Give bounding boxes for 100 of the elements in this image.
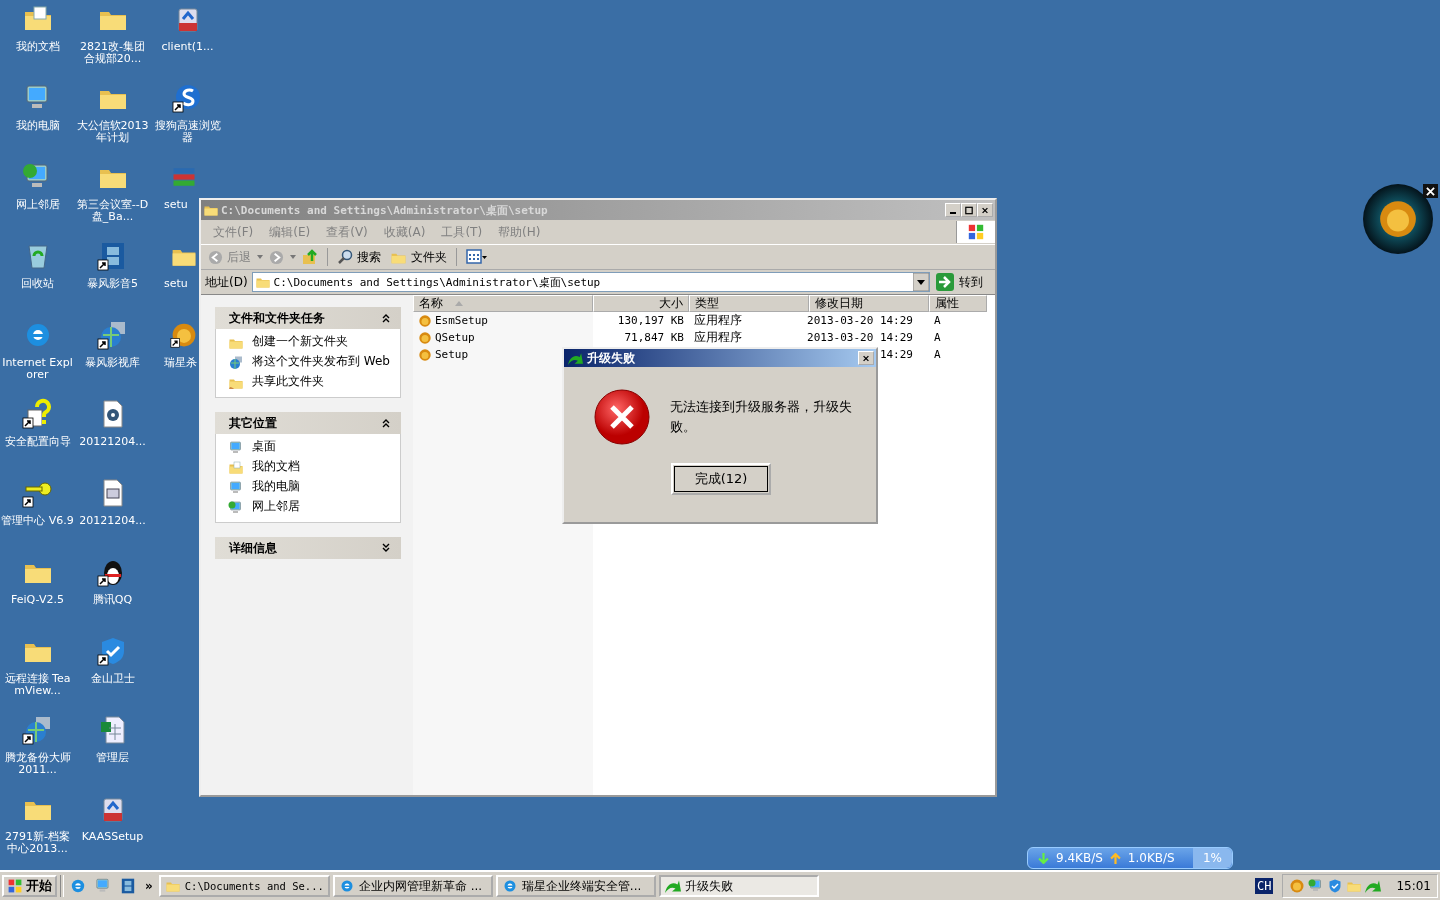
task-link[interactable]: 我的电脑 — [252, 480, 300, 493]
desktop-icon-label[interactable]: 腾讯QQ — [75, 594, 150, 606]
desktop-icon-label[interactable]: 搜狗高速浏览器 — [150, 120, 225, 144]
minimize-button[interactable] — [945, 203, 961, 217]
column-header[interactable]: 属性 — [929, 295, 987, 312]
task-link[interactable]: 网上邻居 — [252, 500, 300, 513]
film-icon[interactable] — [119, 877, 137, 895]
up-arrow-icon — [1109, 852, 1121, 864]
desktop-icon-label[interactable]: 2821改-集团合规部20... — [75, 41, 150, 65]
documents-folder-icon — [228, 460, 244, 476]
browser-e-icon[interactable] — [69, 877, 87, 895]
close-icon — [862, 353, 870, 363]
file-type: 应用程序 — [694, 312, 742, 329]
desktop-icon-label[interactable]: 大公信软2013年计划 — [75, 120, 150, 144]
panel-header[interactable]: 详细信息 — [215, 537, 401, 559]
desktop-icon-label[interactable]: 管理层 — [75, 752, 150, 764]
task-link[interactable]: 桌面 — [252, 440, 276, 453]
close-icon — [1426, 186, 1435, 196]
task-link[interactable]: 共享此文件夹 — [252, 375, 324, 388]
more-chevron[interactable]: » — [145, 879, 153, 893]
menu-item[interactable]: 帮助(H) — [490, 223, 549, 241]
desktop-icon-label[interactable]: 20121204... — [75, 515, 150, 527]
column-header[interactable]: 类型 — [689, 295, 809, 312]
taskbar-button[interactable]: 瑞星企业终端安全管... — [495, 875, 656, 897]
taskbar-button[interactable]: C:\Documents and Se... — [158, 875, 330, 897]
file-attributes: A — [934, 331, 941, 344]
close-button[interactable] — [1423, 184, 1438, 198]
dropdown-arrow-icon[interactable] — [913, 273, 929, 291]
desktop-icon-label[interactable]: 我的电脑 — [0, 120, 75, 132]
desktop-icon-label[interactable]: 第三会议室--D盘_Ba... — [75, 199, 150, 223]
menu-item[interactable]: 收藏(A) — [375, 223, 434, 241]
desktop-icon-label[interactable]: 2791新-档案中心2013... — [0, 831, 75, 855]
desktop-icon-label[interactable]: 安全配置向导 — [0, 436, 75, 448]
desktop-icon-label[interactable]: 瑞星杀 — [150, 357, 197, 369]
column-header[interactable]: 大小 — [593, 295, 689, 312]
go-button[interactable]: 转到 — [934, 273, 991, 291]
done-button[interactable]: 完成(12) — [671, 463, 771, 495]
close-button[interactable] — [858, 351, 874, 365]
menu-item[interactable]: 编辑(E) — [261, 223, 319, 241]
desktop-icon-label[interactable]: 腾龙备份大师 2011... — [0, 752, 75, 776]
expand-chevron-icon[interactable] — [381, 543, 391, 553]
column-header[interactable]: 修改日期 — [809, 295, 929, 312]
desktop-icon-label[interactable]: setu — [150, 199, 188, 211]
file-name[interactable]: Setup — [435, 348, 469, 361]
down-arrow-icon — [1038, 852, 1049, 864]
search-icon — [337, 249, 353, 265]
desktop-icon-label[interactable]: 网上邻居 — [0, 199, 75, 211]
shield-check-icon[interactable] — [1327, 878, 1344, 894]
desktop-icon-label[interactable]: setu — [150, 278, 188, 290]
file-size: 71,847 KB — [624, 331, 684, 344]
folders-button[interactable]: 文件夹 — [387, 247, 450, 267]
computer-icon — [228, 480, 244, 496]
view-grid-icon — [466, 249, 488, 265]
taskbar-button[interactable]: 企业内网管理新革命 ... — [332, 875, 493, 897]
dropdown-caret-icon[interactable] — [257, 255, 263, 259]
network-computer-icon — [228, 500, 244, 516]
back-button[interactable]: 后退 — [205, 247, 254, 267]
desktop-icon-label[interactable]: 金山卫士 — [75, 673, 150, 685]
desktop-icon-label[interactable]: 回收站 — [0, 278, 75, 290]
search-button[interactable]: 搜索 — [334, 247, 384, 267]
window-title: C:\Documents and Settings\Administrator\桌面\setup — [221, 202, 549, 218]
start-button[interactable]: 开始 — [2, 875, 57, 897]
file-name[interactable]: QSetup — [435, 331, 475, 344]
address-field[interactable]: C:\Documents and Settings\Administrator\桌面\setup — [251, 272, 930, 292]
panel-header[interactable]: 文件和文件夹任务 — [215, 307, 401, 329]
file-name[interactable]: EsmSetup — [435, 314, 488, 327]
maximize-icon — [965, 205, 973, 215]
taskbar-button[interactable]: 升级失败 — [658, 875, 819, 897]
file-size: 130,197 KB — [617, 314, 684, 327]
collapse-chevron-icon[interactable] — [381, 418, 391, 428]
desktop-icon-label[interactable]: 我的文档 — [0, 41, 75, 53]
desktop-icon-label[interactable]: 暴风影视库 — [75, 357, 150, 369]
task-link[interactable]: 我的文档 — [252, 460, 300, 473]
desktop-icon-label[interactable]: client(1... — [150, 41, 225, 53]
question-mark-icon[interactable] — [21, 398, 54, 430]
desktop-icon-label[interactable]: KAASSetup — [75, 831, 150, 843]
desktop-icon-label[interactable]: Internet Explorer — [0, 357, 75, 381]
desktop-icon — [228, 440, 244, 456]
close-button[interactable] — [977, 203, 993, 217]
menu-item[interactable]: 文件(F) — [205, 223, 262, 241]
desktop-icon-label[interactable]: 管理中心 V6.9 — [0, 515, 75, 527]
task-link[interactable]: 创建一个新文件夹 — [252, 335, 348, 348]
column-header[interactable]: 名称 — [413, 295, 593, 312]
desktop-icon-label[interactable]: 20121204... — [75, 436, 150, 448]
desktop-icon-label[interactable]: 远程连接 TeamView... — [0, 673, 75, 697]
globe-icon — [228, 355, 244, 371]
desktop-icon-label[interactable]: FeiQ-V2.5 — [0, 594, 75, 606]
upload-speed: 1.0KB/S — [1127, 851, 1175, 865]
error-message: 无法连接到升级服务器，升级失败。 — [670, 398, 853, 436]
language-indicator[interactable]: CH — [1254, 878, 1274, 894]
collapse-chevron-icon[interactable] — [381, 313, 391, 323]
desktop-icon-label[interactable]: 暴风影音5 — [75, 278, 150, 290]
menu-item[interactable]: 工具(T) — [433, 223, 491, 241]
maximize-button[interactable] — [961, 203, 977, 217]
task-link[interactable]: 将这个文件夹发布到 Web — [252, 355, 390, 368]
dropdown-caret-icon[interactable] — [290, 255, 296, 259]
menu-item[interactable]: 查看(V) — [318, 223, 376, 241]
file-date: 14:29 — [879, 348, 913, 361]
panel-header[interactable]: 其它位置 — [215, 412, 401, 434]
windows-flag-icon — [7, 878, 23, 894]
